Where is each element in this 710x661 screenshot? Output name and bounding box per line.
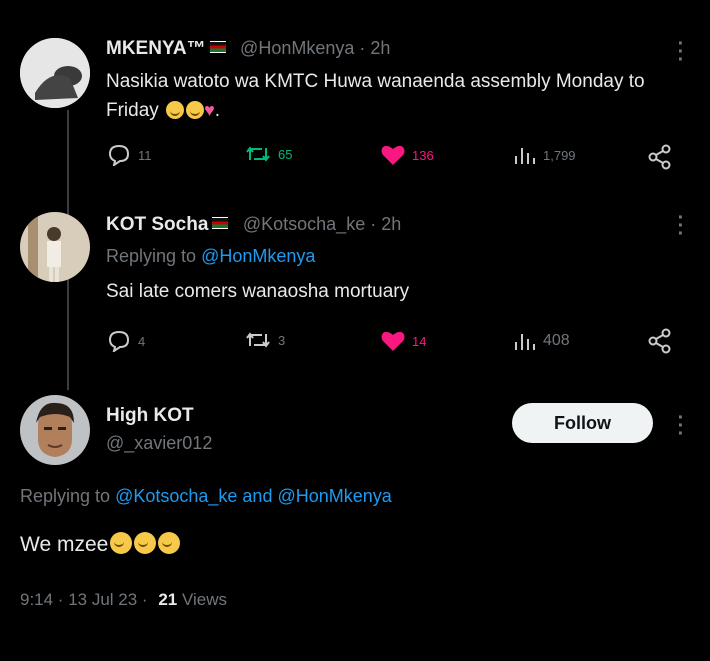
timestamp[interactable]: 9:14 · 13 Jul 23 · <box>20 590 148 609</box>
retweet-icon <box>246 146 270 162</box>
replying-to: Replying to @HonMkenya <box>106 246 316 266</box>
retweet-button[interactable]: 3 <box>244 330 285 350</box>
more-icon[interactable]: · · · <box>676 34 686 70</box>
like-count: 136 <box>412 147 434 163</box>
reply-button[interactable]: 11 <box>106 144 152 166</box>
tweet-text: Nasikia watoto wa KMTC Huwa wanaenda ass… <box>106 71 645 121</box>
views-total: 21 <box>158 590 178 609</box>
follow-button[interactable]: Follow <box>512 403 653 443</box>
reply-count: 11 <box>138 147 152 163</box>
views-button[interactable]: 408 <box>513 330 570 352</box>
views-count: 1,799 <box>543 147 576 163</box>
heart-icon <box>381 145 405 165</box>
share-icon <box>648 144 671 170</box>
reply-button[interactable]: 4 <box>106 330 145 352</box>
broken-heart-emoji-icon: ♥ <box>204 100 215 120</box>
retweet-icon <box>246 332 270 348</box>
reply-icon <box>108 144 130 166</box>
replying-to-link[interactable]: @Kotsocha_ke and @HonMkenya <box>115 486 392 506</box>
laughing-emoji-icon <box>134 532 157 554</box>
reply-count: 4 <box>138 333 146 349</box>
views-icon <box>515 148 535 164</box>
more-icon[interactable]: · · · <box>676 208 686 244</box>
avatar[interactable] <box>20 395 90 465</box>
author-name[interactable]: KOT Socha <box>106 214 208 235</box>
more-icon[interactable]: · · · <box>676 408 686 444</box>
like-button[interactable]: 14 <box>380 330 426 352</box>
crying-emoji-icon <box>186 101 205 119</box>
replying-to-link[interactable]: @HonMkenya <box>201 246 315 266</box>
laughing-emoji-icon <box>158 532 181 554</box>
laughing-emoji-icon <box>110 532 133 554</box>
tweet-meta: 9:14 · 13 Jul 23 · 21 Views <box>20 590 227 610</box>
tweet-header: KOT Socha @Kotsocha_ke · 2h <box>106 214 401 236</box>
share-icon <box>648 328 671 354</box>
heart-icon <box>381 331 405 351</box>
avatar[interactable] <box>20 38 90 108</box>
kenya-flag-icon <box>212 217 229 229</box>
views-count: 408 <box>543 332 570 349</box>
kenya-flag-icon <box>209 41 226 53</box>
tweet-header: MKENYA™ @HonMkenya · 2h <box>106 38 390 60</box>
retweet-count: 65 <box>278 146 293 162</box>
retweet-count: 3 <box>278 332 286 348</box>
tweet-text: Sai late comers wanaosha mortuary <box>106 281 410 302</box>
share-button[interactable] <box>647 144 673 170</box>
author-name[interactable]: MKENYA™ <box>106 38 206 59</box>
author-handle[interactable]: @HonMkenya · 2h <box>240 38 390 58</box>
views-icon <box>515 334 535 350</box>
views-button[interactable]: 1,799 <box>513 144 576 166</box>
like-count: 14 <box>412 333 427 349</box>
share-button[interactable] <box>647 328 673 354</box>
retweet-button[interactable]: 65 <box>244 144 292 164</box>
avatar[interactable] <box>20 212 90 282</box>
views-label: Views <box>181 590 228 609</box>
author-handle[interactable]: @Kotsocha_ke · 2h <box>243 214 401 234</box>
like-button[interactable]: 136 <box>380 144 434 166</box>
tweet-text: We mzee <box>20 532 181 557</box>
author-handle[interactable]: @_xavier012 <box>106 433 212 454</box>
author-name[interactable]: High KOT <box>106 405 194 427</box>
reply-icon <box>108 330 130 352</box>
replying-to: Replying to @Kotsocha_ke and @HonMkenya <box>20 486 392 506</box>
laughing-emoji-icon <box>166 101 185 119</box>
